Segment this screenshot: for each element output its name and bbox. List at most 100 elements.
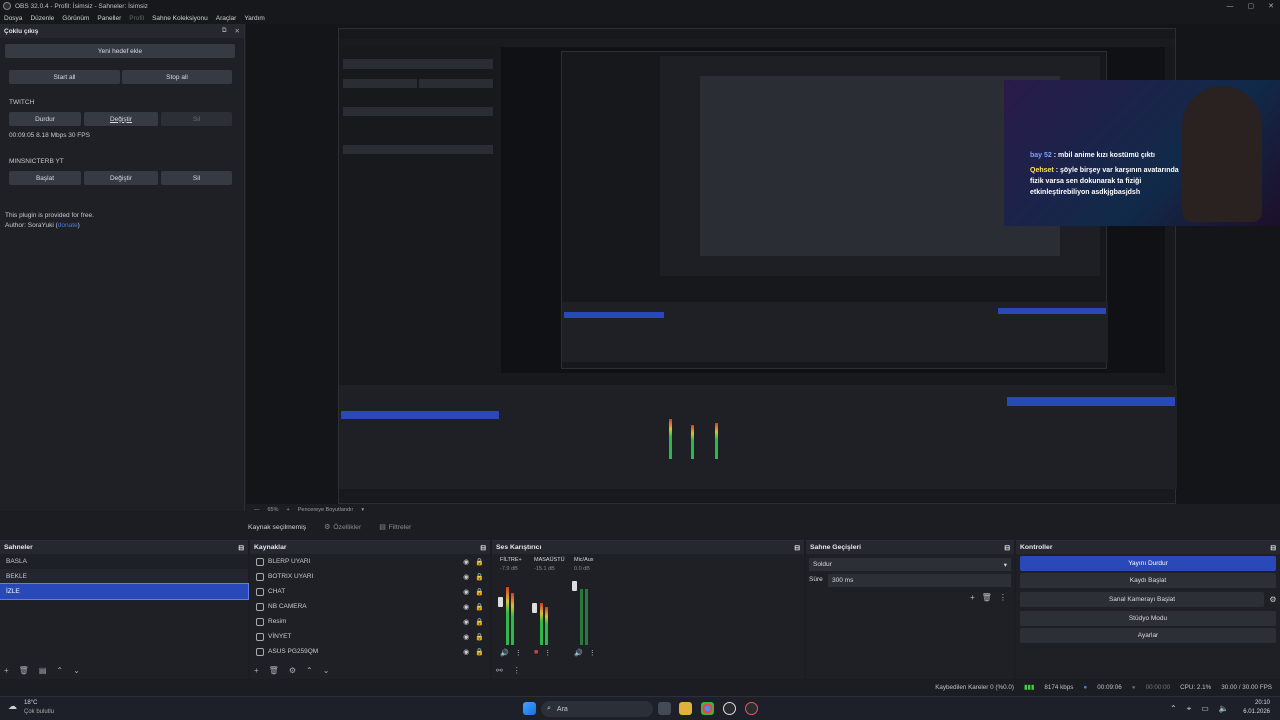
dock-menu-icon[interactable]: ⊟ [1270, 544, 1276, 552]
lock-icon[interactable]: 🔒 [475, 618, 484, 626]
menu-edit[interactable]: Düzenle [30, 15, 54, 22]
stop-all-button[interactable]: Stop all [122, 70, 232, 84]
source-item[interactable]: NB CAMERA ◉ 🔒 [250, 599, 490, 614]
speaker-icon[interactable]: 🔊 [500, 649, 509, 657]
start-all-button[interactable]: Start all [9, 70, 120, 84]
menu-help[interactable]: Yardım [244, 15, 264, 22]
menu-docks[interactable]: Paneller [97, 15, 121, 22]
eye-icon[interactable]: ◉ [463, 633, 469, 641]
twitch-stop-button[interactable]: Durdur [9, 112, 81, 126]
windows-start-icon[interactable] [523, 702, 536, 715]
arrow-down-icon[interactable]: ⌄ [73, 666, 80, 675]
eye-icon[interactable]: ◉ [463, 603, 469, 611]
trash-icon[interactable]: 🗑 [269, 666, 279, 675]
taskbar-search[interactable]: ⌕ Ara [541, 701, 653, 717]
source-item[interactable]: BOTRIX UYARI ◉ 🔒 [250, 569, 490, 584]
stop-stream-button[interactable]: Yayını Durdur [1020, 556, 1276, 571]
dock-menu-icon[interactable]: ⊟ [794, 544, 800, 552]
more-icon[interactable]: ⋮ [544, 649, 551, 657]
dock-menu-icon[interactable]: ⊟ [238, 544, 244, 552]
lock-icon[interactable]: 🔒 [475, 648, 484, 656]
twitch-edit-button[interactable]: Değiştir [84, 112, 158, 126]
maximize-icon[interactable]: ▢ [1248, 2, 1255, 10]
arrow-up-icon[interactable]: ⌃ [306, 666, 313, 675]
clock-date[interactable]: 6.01.2026 [1236, 709, 1270, 715]
gear-icon[interactable]: ⚙ [289, 666, 296, 675]
lock-icon[interactable]: 🔒 [475, 573, 484, 581]
location-icon[interactable]: ⌖ [1187, 704, 1192, 714]
eye-icon[interactable]: ◉ [463, 648, 469, 656]
zoom-fit[interactable]: Pencereye Boyutlandır [298, 507, 354, 513]
virtual-camera-button[interactable]: Sanal Kamerayı Başlat [1020, 592, 1264, 607]
muted-icon[interactable]: ■ [534, 649, 538, 657]
arrow-down-icon[interactable]: ⌄ [323, 666, 330, 675]
filters-button[interactable]: ▤ Filtreler [379, 523, 411, 532]
more-icon[interactable]: ⋮ [999, 593, 1007, 602]
arrow-up-icon[interactable]: ⌃ [56, 666, 63, 675]
scene-item[interactable]: BEKLE [0, 569, 248, 584]
transition-select[interactable]: Soldur ▾ [809, 558, 1011, 571]
source-item[interactable]: ASUS PG259QM ◉ 🔒 [250, 644, 490, 659]
source-item[interactable]: CHAT ◉ 🔒 [250, 584, 490, 599]
scene-item[interactable]: BASLA [0, 554, 248, 569]
eye-icon[interactable]: ◉ [463, 588, 469, 596]
volume-slider[interactable] [498, 597, 503, 607]
preview-canvas[interactable]: bay 52 : mbil anime kızı kostümü çıktı Q… [246, 24, 1280, 504]
menu-view[interactable]: Görünüm [62, 15, 89, 22]
studio-mode-button[interactable]: Stüdyo Modu [1020, 611, 1276, 626]
lock-icon[interactable]: 🔒 [475, 603, 484, 611]
add-icon[interactable]: + [4, 666, 9, 675]
zoom-level[interactable]: 65% [268, 507, 279, 513]
eye-icon[interactable]: ◉ [463, 558, 469, 566]
trash-icon[interactable]: 🗑 [19, 666, 29, 675]
menu-tools[interactable]: Araçlar [216, 15, 237, 22]
yt-start-button[interactable]: Başlat [9, 171, 81, 185]
gear-icon[interactable]: ⚙ [1266, 595, 1280, 604]
obs-taskbar-icon[interactable] [723, 702, 736, 715]
network-icon[interactable]: ▭ [1201, 704, 1209, 714]
donate-link[interactable]: donate [58, 222, 78, 229]
dock-menu-icon[interactable]: ⊟ [480, 544, 486, 552]
task-view-icon[interactable] [658, 702, 671, 715]
menu-scene-collection[interactable]: Sahne Koleksiyonu [152, 15, 208, 22]
twitch-delete-button[interactable]: Sil [161, 112, 232, 126]
lock-icon[interactable]: 🔒 [475, 633, 484, 641]
add-target-button[interactable]: Yeni hedef ekle [5, 44, 235, 58]
close-icon[interactable]: ✕ [1268, 2, 1274, 10]
menu-profile[interactable]: Profil [129, 15, 144, 22]
dock-close-icon[interactable]: ✕ [235, 27, 240, 35]
source-item[interactable]: VİNYET ◉ 🔒 [250, 629, 490, 644]
chevron-down-icon[interactable]: ▾ [361, 507, 364, 513]
zoom-minus-icon[interactable]: — [254, 507, 260, 513]
file-explorer-icon[interactable] [679, 702, 692, 715]
eye-icon[interactable]: ◉ [463, 573, 469, 581]
lock-icon[interactable]: 🔒 [475, 558, 484, 566]
float-icon[interactable]: ⧉ [222, 27, 227, 35]
volume-slider[interactable] [572, 581, 577, 591]
zoom-plus-icon[interactable]: + [287, 507, 290, 513]
link-icon[interactable]: ⚯ [496, 666, 503, 675]
eye-icon[interactable]: ◉ [463, 618, 469, 626]
duration-input[interactable]: 300 ms [828, 574, 1011, 587]
source-item[interactable]: Resim ◉ 🔒 [250, 614, 490, 629]
scene-item-selected[interactable]: İZLE [0, 583, 249, 600]
volume-slider[interactable] [532, 603, 537, 613]
yt-edit-button[interactable]: Değiştir [84, 171, 158, 185]
more-icon[interactable]: ⋮ [515, 649, 522, 657]
speaker-icon[interactable]: 🔊 [574, 649, 583, 657]
chrome-icon[interactable] [701, 702, 714, 715]
clock-time[interactable]: 20:10 [1240, 700, 1270, 706]
more-icon[interactable]: ⋮ [589, 649, 596, 657]
lock-icon[interactable]: 🔒 [475, 588, 484, 596]
source-item[interactable]: BLERP UYARI ◉ 🔒 [250, 554, 490, 569]
add-icon[interactable]: + [970, 593, 975, 602]
properties-button[interactable]: ⚙ Özellikler [324, 523, 361, 532]
menu-file[interactable]: Dosya [4, 15, 22, 22]
minimize-icon[interactable]: — [1227, 3, 1234, 10]
chevron-up-icon[interactable]: ⌃ [1170, 704, 1177, 714]
volume-icon[interactable]: 🔈 [1219, 704, 1229, 714]
yt-delete-button[interactable]: Sil [161, 171, 232, 185]
dock-menu-icon[interactable]: ⊟ [1004, 544, 1010, 552]
filter-icon[interactable]: ▤ [39, 666, 47, 675]
start-recording-button[interactable]: Kaydı Başlat [1020, 573, 1276, 588]
